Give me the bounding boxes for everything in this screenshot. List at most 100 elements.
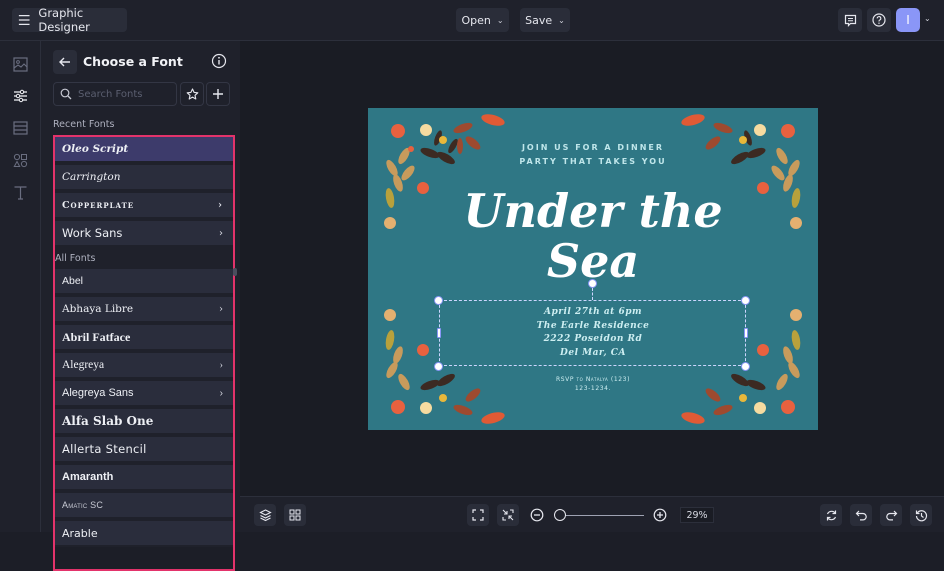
info-icon[interactable] — [211, 53, 227, 69]
hamburger-menu-icon — [18, 14, 30, 26]
zoom-percent[interactable]: 29% — [680, 507, 714, 523]
panel-resize-handle[interactable] — [233, 268, 237, 276]
intro-text[interactable]: JOIN US FOR A DINNER PARTY THAT TAKES YO… — [368, 141, 818, 169]
resize-handle-top-right[interactable] — [741, 296, 750, 305]
font-item-oleo-script[interactable]: Oleo Script — [55, 137, 233, 163]
font-name: Copperplate — [62, 199, 135, 211]
rail-item-background[interactable] — [10, 118, 30, 138]
bottom-toolbar: 29% — [240, 496, 944, 532]
text-icon — [14, 185, 26, 200]
fit-screen-icon — [472, 509, 484, 521]
sliders-icon — [13, 89, 27, 103]
font-item-work-sans[interactable]: Work Sans › — [55, 221, 233, 247]
search-icon — [60, 88, 72, 100]
font-panel: Choose a Font Recent Fonts Oleo Script C… — [41, 41, 240, 571]
shrink-button[interactable] — [497, 504, 519, 526]
font-name: Amaranth — [62, 471, 114, 483]
rail-item-elements[interactable] — [10, 150, 30, 170]
font-item-arable[interactable]: Arable — [55, 521, 233, 547]
resize-handle-top-left[interactable] — [434, 296, 443, 305]
undo-icon — [855, 510, 867, 521]
font-search-field[interactable] — [53, 82, 177, 106]
redo-button[interactable] — [880, 504, 902, 526]
star-icon — [186, 87, 198, 100]
chevron-right-icon: › — [219, 303, 223, 315]
font-name: Abel — [62, 275, 84, 287]
font-item-amaranth[interactable]: Amaranth — [55, 465, 233, 491]
zoom-slider-thumb[interactable] — [554, 509, 566, 521]
chevron-right-icon: › — [219, 227, 223, 239]
font-item-copperplate[interactable]: Copperplate › — [55, 193, 233, 219]
app-title: Graphic Designer — [38, 6, 90, 34]
favorites-button[interactable] — [180, 82, 204, 106]
plus-icon — [213, 89, 223, 99]
font-item-amatic-sc[interactable]: Amatic SC — [55, 493, 233, 519]
fit-screen-button[interactable] — [467, 504, 489, 526]
shrink-icon — [502, 509, 514, 521]
add-font-button[interactable] — [206, 82, 230, 106]
font-name: Oleo Script — [62, 143, 129, 155]
resize-handle-bottom-left[interactable] — [434, 362, 443, 371]
chevron-right-icon: › — [219, 359, 223, 371]
font-name: Alegreya Sans — [62, 387, 134, 399]
font-item-alfa-slab-one[interactable]: Alfa Slab One — [55, 409, 233, 435]
intro-line-2: PARTY THAT TAKES YOU — [519, 157, 667, 166]
font-name: Abhaya Libre — [62, 303, 134, 315]
font-item-abel[interactable]: Abel — [55, 269, 233, 295]
details-line: April 27th at 6pm — [543, 307, 643, 317]
redo-icon — [885, 510, 897, 521]
rotation-connector — [592, 288, 593, 300]
comments-button[interactable] — [838, 8, 862, 32]
resize-handle-bottom-right[interactable] — [741, 362, 750, 371]
user-avatar[interactable]: I — [896, 8, 920, 32]
open-button[interactable]: Open ⌄ — [456, 8, 509, 32]
font-name: Work Sans — [62, 226, 123, 240]
font-name: Arable — [62, 526, 98, 540]
save-button[interactable]: Save ⌄ — [520, 8, 570, 32]
font-name: Abril Fatface — [62, 329, 131, 344]
title-line-1[interactable]: Under the — [368, 186, 818, 236]
chevron-right-icon: › — [219, 387, 223, 399]
font-name: Alegreya — [62, 359, 105, 371]
history-button[interactable] — [910, 504, 932, 526]
help-button[interactable] — [867, 8, 891, 32]
recent-fonts-label: Recent Fonts — [53, 119, 115, 130]
design-canvas[interactable]: JOIN US FOR A DINNER PARTY THAT TAKES YO… — [368, 108, 818, 430]
chevron-down-icon: ⌄ — [558, 15, 565, 25]
app-menu-button[interactable]: Graphic Designer — [12, 6, 127, 34]
font-name: Alfa Slab One — [62, 414, 154, 428]
font-item-abril-fatface[interactable]: Abril Fatface — [55, 325, 233, 351]
font-name: Allerta Stencil — [62, 442, 147, 456]
font-item-alegreya-sans[interactable]: Alegreya Sans › — [55, 381, 233, 407]
font-item-carrington[interactable]: Carrington — [55, 165, 233, 191]
details-line: The Earle Residence — [536, 320, 650, 331]
intro-line-1: JOIN US FOR A DINNER — [521, 143, 665, 152]
font-search-input[interactable] — [78, 88, 168, 100]
font-item-allerta-stencil[interactable]: Allerta Stencil — [55, 437, 233, 463]
rotate-handle[interactable] — [588, 279, 597, 288]
refresh-button[interactable] — [820, 504, 842, 526]
grid-button[interactable] — [284, 504, 306, 526]
zoom-slider-track[interactable] — [560, 515, 644, 516]
avatar-initial: I — [906, 13, 910, 27]
layers-button[interactable] — [254, 504, 276, 526]
font-name: Carrington — [62, 171, 121, 183]
event-details[interactable]: April 27th at 6pm The Earle Residence 22… — [368, 306, 818, 360]
rsvp-text[interactable]: RSVP to Natalya (123) 123-1234. — [368, 375, 818, 393]
rail-item-adjust[interactable] — [10, 86, 30, 106]
zoom-out-icon[interactable] — [530, 508, 544, 522]
rail-item-text[interactable] — [10, 182, 30, 202]
chevron-right-icon: › — [218, 199, 223, 211]
grid-icon — [289, 509, 301, 521]
rsvp-line-2: 123-1234. — [574, 385, 612, 392]
zoom-in-icon[interactable] — [653, 508, 667, 522]
arrow-left-icon — [59, 57, 70, 67]
font-name: Amatic SC — [62, 500, 104, 510]
font-item-abhaya-libre[interactable]: Abhaya Libre › — [55, 297, 233, 323]
help-icon — [872, 13, 886, 27]
font-item-alegreya[interactable]: Alegreya › — [55, 353, 233, 379]
back-button[interactable] — [53, 50, 77, 74]
rail-item-images[interactable] — [10, 54, 30, 74]
undo-button[interactable] — [850, 504, 872, 526]
chevron-down-icon[interactable]: ⌄ — [924, 14, 931, 23]
